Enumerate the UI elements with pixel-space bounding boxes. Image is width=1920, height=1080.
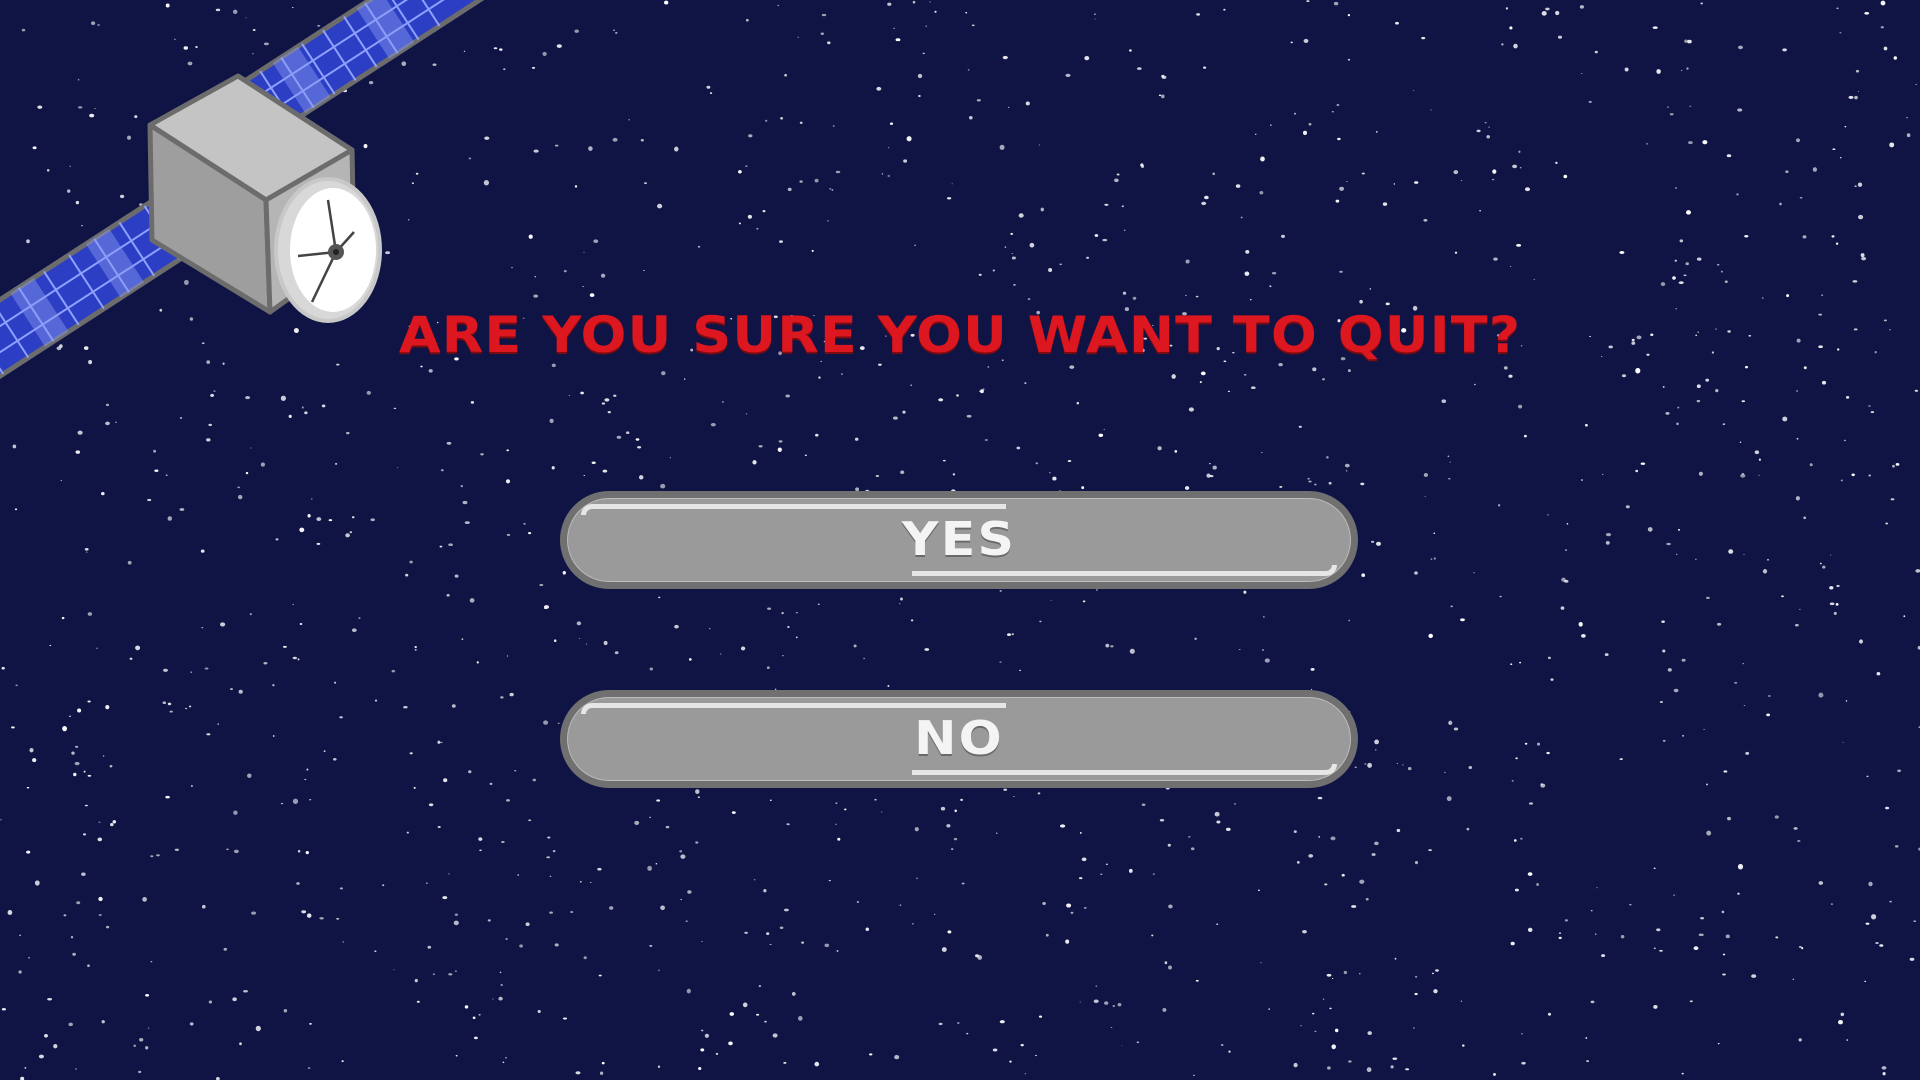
satellite-icon [0, 0, 485, 411]
yes-button[interactable]: YES [560, 491, 1358, 589]
no-button[interactable]: NO [560, 690, 1358, 788]
button-highlight-bottom [912, 565, 1337, 576]
no-button-label: NO [914, 710, 1004, 765]
quit-confirmation-title: ARE YOU SURE YOU WANT TO QUIT? [398, 306, 1522, 364]
yes-button-label: YES [901, 511, 1017, 566]
button-highlight-bottom [912, 764, 1337, 775]
